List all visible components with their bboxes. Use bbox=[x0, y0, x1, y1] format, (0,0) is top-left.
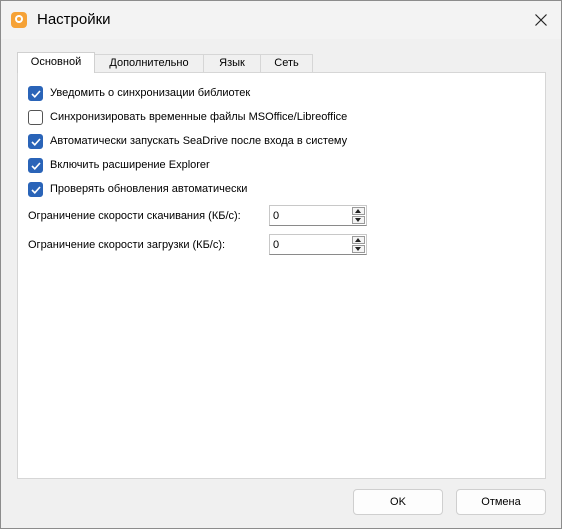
upload-limit-value[interactable]: 0 bbox=[273, 239, 279, 251]
settings-dialog: Настройки Основной Дополнительно Язык Се… bbox=[0, 0, 562, 529]
upload-limit-increment-button[interactable] bbox=[352, 236, 365, 244]
checkmark-icon bbox=[31, 162, 41, 170]
notify-sync-label: Уведомить о синхронизации библиотек bbox=[50, 87, 251, 99]
checkmark-icon bbox=[31, 138, 41, 146]
ok-button[interactable]: OK bbox=[353, 489, 443, 515]
tab-language[interactable]: Язык bbox=[203, 54, 261, 72]
download-limit-spin-buttons bbox=[352, 207, 365, 224]
sync-temp-files-checkbox[interactable] bbox=[28, 110, 43, 125]
upload-limit-spinbox[interactable]: 0 bbox=[269, 234, 367, 255]
tab-advanced[interactable]: Дополнительно bbox=[94, 54, 204, 72]
download-limit-spinbox[interactable]: 0 bbox=[269, 205, 367, 226]
general-tab-panel bbox=[17, 72, 546, 479]
close-icon bbox=[535, 14, 547, 26]
sync-temp-files-label: Синхронизировать временные файлы MSOffic… bbox=[50, 111, 348, 123]
explorer-extension-label: Включить расширение Explorer bbox=[50, 159, 210, 171]
tab-network[interactable]: Сеть bbox=[260, 54, 313, 72]
cancel-button[interactable]: Отмена bbox=[456, 489, 546, 515]
download-limit-decrement-button[interactable] bbox=[352, 216, 365, 224]
seadrive-app-icon bbox=[11, 12, 27, 28]
download-limit-increment-button[interactable] bbox=[352, 207, 365, 215]
upload-limit-spin-buttons bbox=[352, 236, 365, 253]
notify-sync-checkbox[interactable] bbox=[28, 86, 43, 101]
autostart-checkbox[interactable] bbox=[28, 134, 43, 149]
window-title: Настройки bbox=[37, 11, 111, 28]
checkmark-icon bbox=[31, 90, 41, 98]
close-button[interactable] bbox=[521, 1, 561, 39]
upload-limit-label: Ограничение скорости загрузки (КБ/с): bbox=[28, 239, 226, 251]
download-limit-label: Ограничение скорости скачивания (КБ/с): bbox=[28, 210, 241, 222]
download-limit-value[interactable]: 0 bbox=[273, 210, 279, 222]
upload-limit-decrement-button[interactable] bbox=[352, 245, 365, 253]
checkmark-icon bbox=[31, 186, 41, 194]
check-updates-checkbox[interactable] bbox=[28, 182, 43, 197]
tab-general[interactable]: Основной bbox=[17, 52, 95, 73]
explorer-extension-checkbox[interactable] bbox=[28, 158, 43, 173]
autostart-label: Автоматически запускать SeaDrive после в… bbox=[50, 135, 348, 147]
check-updates-label: Проверять обновления автоматически bbox=[50, 183, 248, 195]
title-bar[interactable]: Настройки bbox=[1, 1, 561, 39]
